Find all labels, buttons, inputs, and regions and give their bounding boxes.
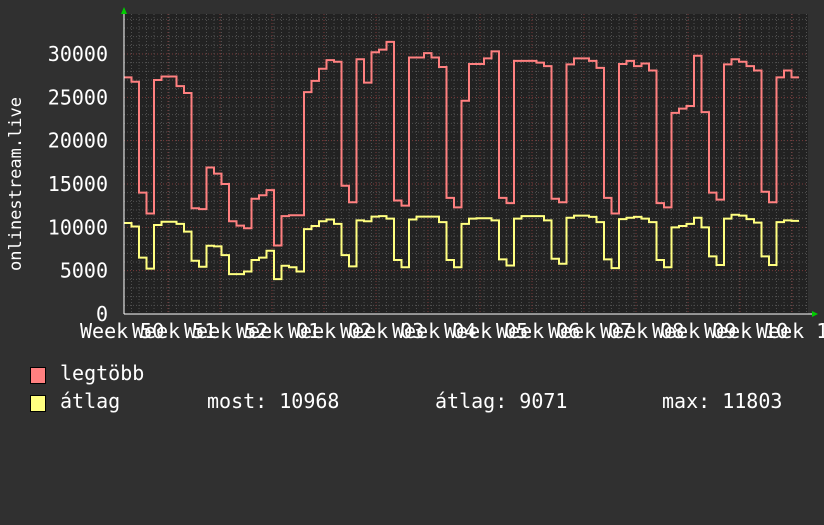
x-tick-labels: Week 50Week 51Week 52Week 01Week 02Week … [80, 319, 824, 343]
legend-item-atlag: átlag most: 10968 átlag: 9071 max: 11803 [30, 389, 820, 414]
y-axis-arrow-icon [121, 7, 127, 14]
x-tick-label: Week 11 [756, 319, 824, 343]
y-tick-label: 30000 [48, 42, 108, 66]
legend-swatch-atlag [30, 395, 46, 412]
plot-background [124, 14, 808, 314]
stat-max: max: 11803 [662, 389, 783, 413]
legend-item-legtobb: legtöbb [30, 362, 144, 386]
y-axis-label: onlinestream.live [6, 97, 26, 271]
y-tick-label: 20000 [48, 129, 108, 153]
x-axis-arrow-icon [812, 311, 818, 317]
legend-swatch-legtobb [30, 367, 46, 384]
y-tick-label: 25000 [48, 85, 108, 109]
y-tick-label: 5000 [60, 259, 108, 283]
legend-label: legtöbb [60, 361, 145, 385]
y-tick-labels: 050001000015000200002500030000 [48, 42, 108, 326]
y-tick-label: 10000 [48, 215, 108, 239]
stat-most: most: 10968 [207, 389, 340, 413]
y-tick-label: 15000 [48, 172, 108, 196]
chart: 050001000015000200002500030000 Week 50We… [6, 7, 824, 343]
stat-atlag: átlag: 9071 [435, 389, 568, 413]
legend-label: átlag [60, 389, 121, 413]
